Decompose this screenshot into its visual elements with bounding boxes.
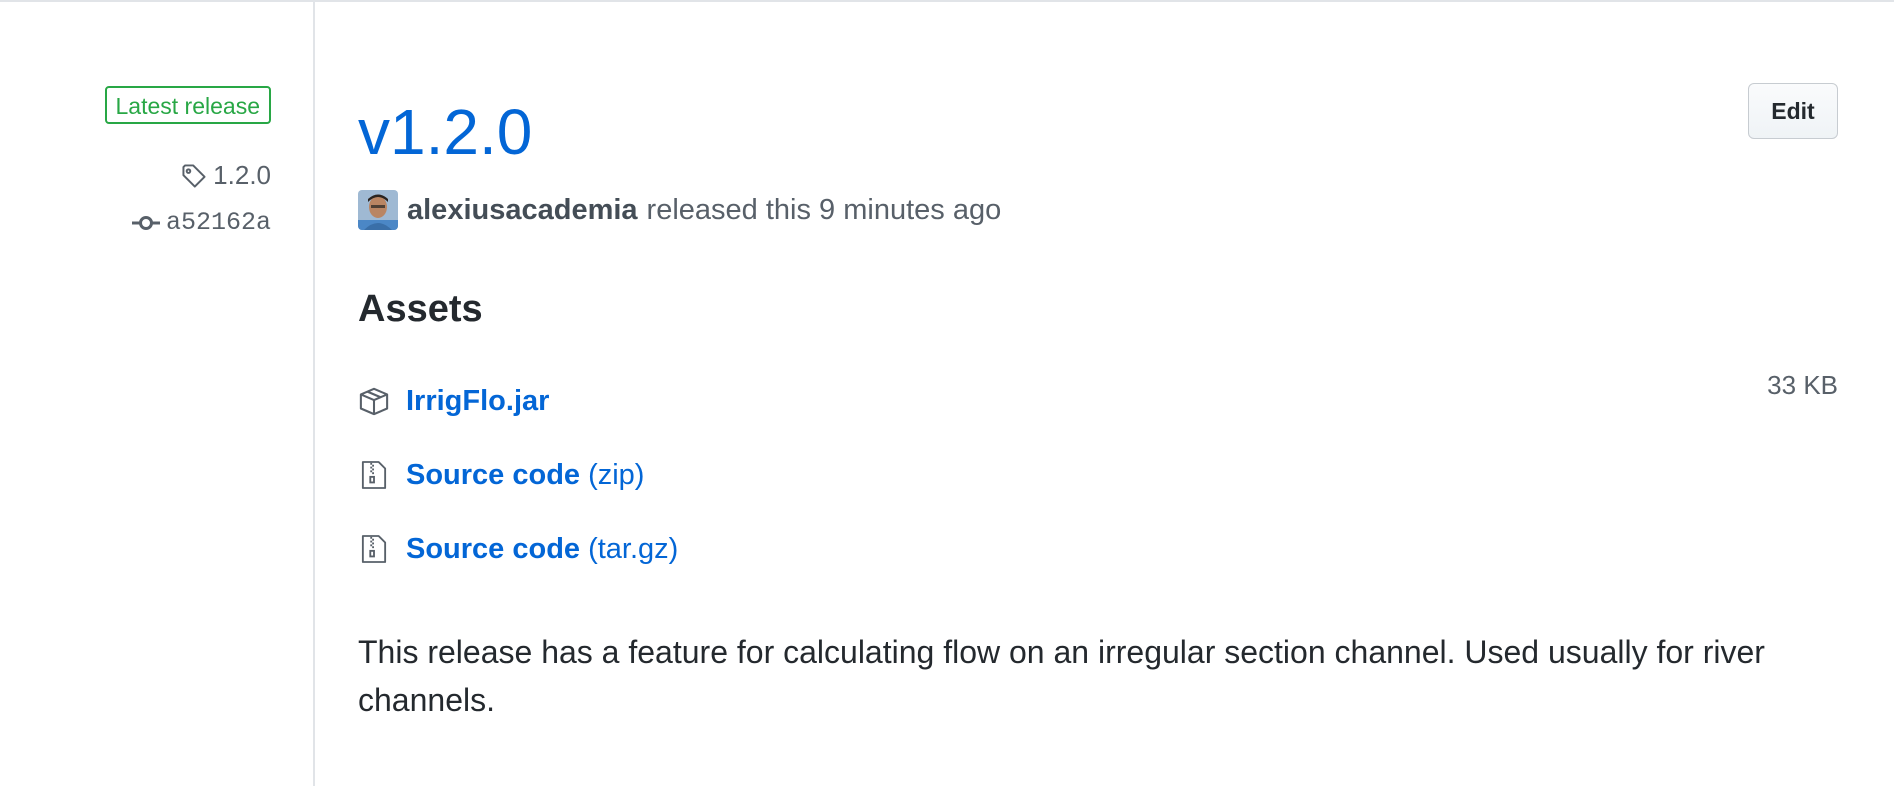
author-link[interactable]: alexiusacademia (407, 194, 638, 227)
tag-link[interactable]: 1.2.0 (181, 160, 271, 191)
asset-ext[interactable]: (zip) (588, 459, 644, 492)
package-icon (358, 385, 390, 417)
commit-link[interactable]: a52162a (131, 208, 271, 237)
asset-link-source-zip[interactable]: Source code (406, 459, 580, 492)
asset-size: 33 KB (1767, 370, 1838, 400)
released-text: released this 9 minutes ago (646, 193, 1002, 226)
release-main: v1.2.0 Edit alexiusacademia released thi… (358, 0, 1850, 786)
list-item: Source code (tar.gz) (358, 512, 1838, 586)
git-commit-icon (131, 213, 160, 233)
tag-label: 1.2.0 (213, 160, 271, 190)
release-byline: alexiusacademia released this 9 minutes … (358, 190, 1001, 230)
release-sidebar: Latest release 1.2.0 a52162a (0, 2, 315, 786)
assets-list: IrrigFlo.jar 33 KB Source code (zip) Sou… (358, 364, 1838, 586)
assets-heading: Assets (358, 288, 483, 330)
avatar[interactable] (358, 190, 398, 230)
asset-ext[interactable]: (tar.gz) (588, 533, 678, 566)
asset-link-irrigflo-jar[interactable]: IrrigFlo.jar (406, 385, 549, 418)
latest-release-badge: Latest release (104, 86, 271, 124)
commit-sha: a52162a (165, 208, 271, 237)
release-title[interactable]: v1.2.0 (358, 92, 532, 172)
file-zip-icon (358, 459, 390, 491)
list-item: Source code (zip) (358, 438, 1838, 512)
release-description: This release has a feature for calculati… (358, 634, 1765, 718)
list-item: IrrigFlo.jar 33 KB (358, 364, 1838, 438)
edit-button[interactable]: Edit (1748, 83, 1838, 139)
tag-icon (181, 163, 207, 189)
asset-link-source-targz[interactable]: Source code (406, 533, 580, 566)
file-zip-icon (358, 533, 390, 565)
